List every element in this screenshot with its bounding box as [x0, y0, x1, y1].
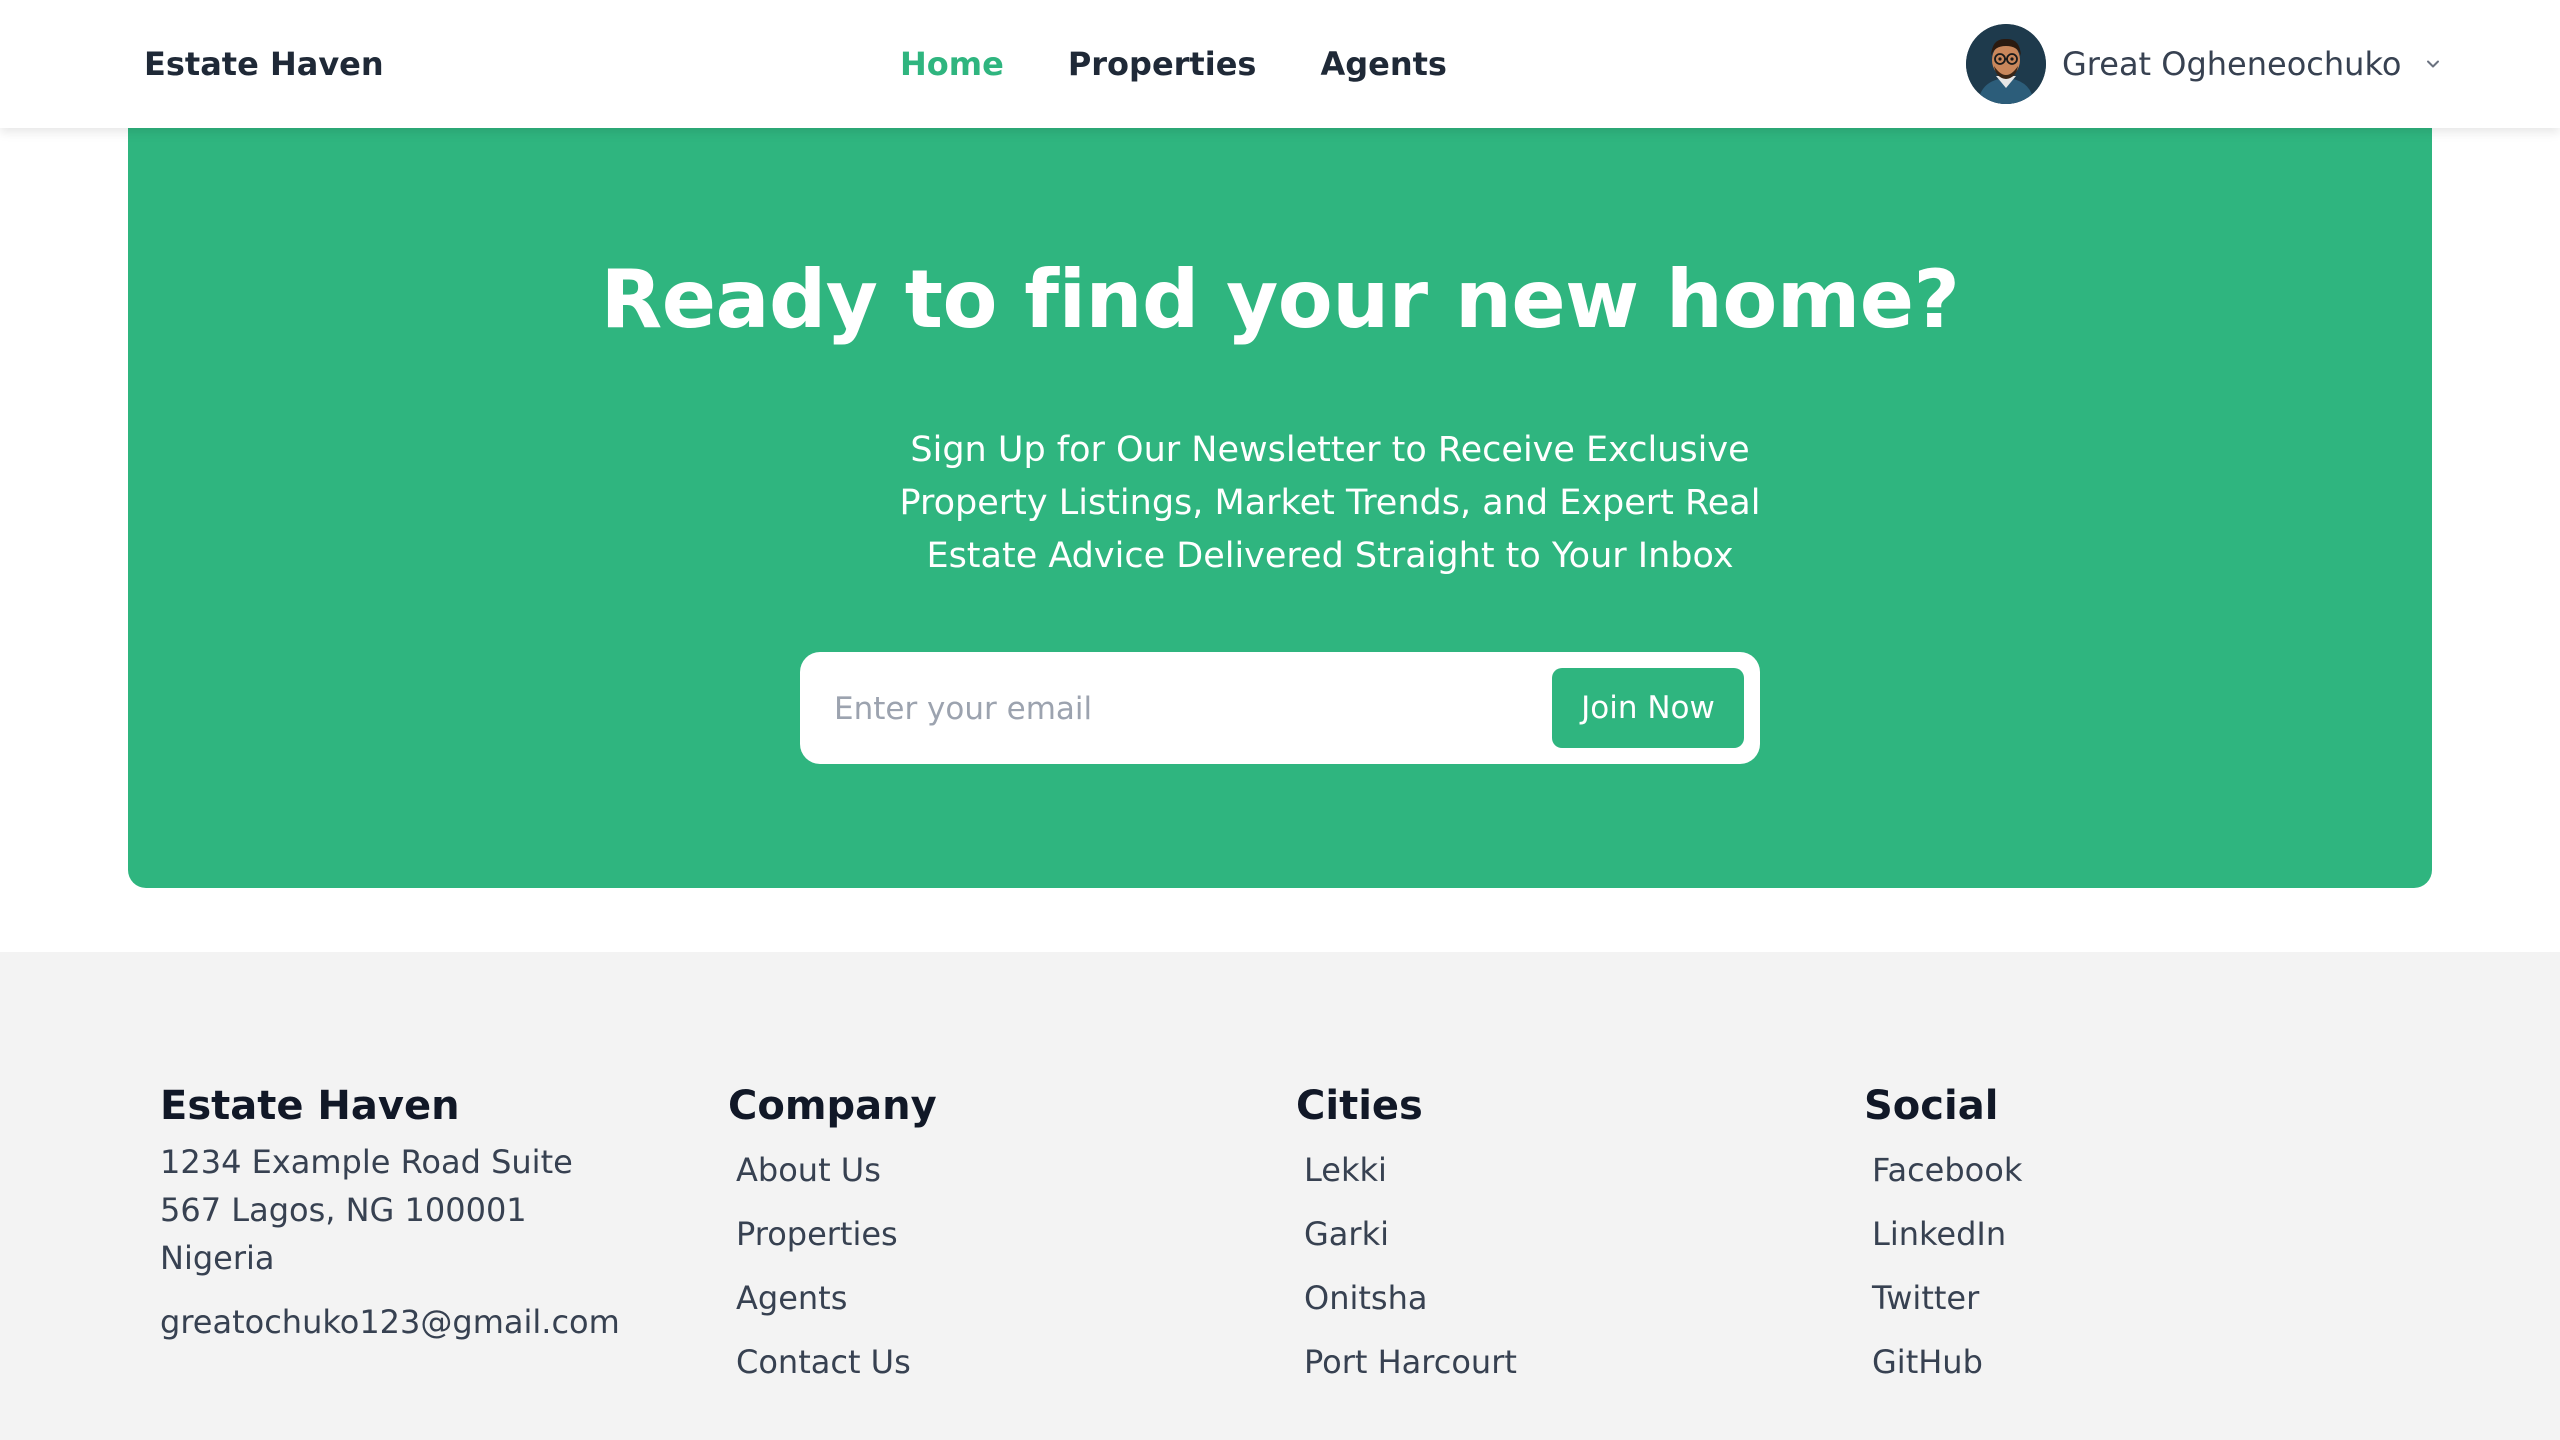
email-input[interactable]: [832, 680, 1496, 738]
footer-social-links: Facebook LinkedIn Twitter GitHub: [1864, 1146, 2384, 1402]
nav-properties[interactable]: Properties: [1068, 40, 1257, 88]
footer-brand-column: Estate Haven 1234 Example Road Suite 567…: [160, 1078, 680, 1346]
footer-link-onitsha[interactable]: Onitsha: [1304, 1279, 1427, 1317]
footer-link-lekki[interactable]: Lekki: [1304, 1151, 1387, 1189]
footer-cities-column: Cities Lekki Garki Onitsha Port Harcourt: [1296, 1078, 1816, 1402]
nav-agents[interactable]: Agents: [1320, 40, 1447, 88]
chevron-down-icon[interactable]: [2423, 54, 2443, 74]
site-footer: Estate Haven 1234 Example Road Suite 567…: [0, 952, 2560, 1440]
footer-cities-links: Lekki Garki Onitsha Port Harcourt: [1296, 1146, 1816, 1402]
newsletter-banner: Ready to find your new home? Sign Up for…: [128, 128, 2432, 888]
brand-logo[interactable]: Estate Haven: [144, 40, 384, 88]
footer-link-facebook[interactable]: Facebook: [1872, 1151, 2022, 1189]
nav-home[interactable]: Home: [900, 40, 1004, 88]
footer-cities-title: Cities: [1296, 1083, 1423, 1129]
newsletter-form: Join Now: [800, 652, 1760, 764]
footer-social-column: Social Facebook LinkedIn Twitter GitHub: [1864, 1078, 2384, 1402]
join-now-button[interactable]: Join Now: [1552, 668, 1744, 748]
hero-subtitle: Sign Up for Our Newsletter to Receive Ex…: [899, 430, 1761, 576]
footer-link-about-us[interactable]: About Us: [736, 1151, 881, 1189]
footer-link-linkedin[interactable]: LinkedIn: [1872, 1215, 2006, 1253]
footer-link-agents[interactable]: Agents: [736, 1279, 847, 1317]
footer-link-properties[interactable]: Properties: [736, 1215, 898, 1253]
footer-link-github[interactable]: GitHub: [1872, 1343, 1983, 1381]
footer-company-links: About Us Properties Agents Contact Us: [728, 1146, 1248, 1402]
footer-email[interactable]: greatochuko123@gmail.com: [160, 1298, 680, 1346]
footer-link-garki[interactable]: Garki: [1304, 1215, 1389, 1253]
footer-link-port-harcourt[interactable]: Port Harcourt: [1304, 1343, 1517, 1381]
user-avatar[interactable]: [1966, 24, 2046, 104]
footer-company-title: Company: [728, 1083, 937, 1129]
footer-social-title: Social: [1864, 1083, 1999, 1129]
user-name[interactable]: Great Ogheneochuko: [2062, 40, 2401, 88]
hero-title: Ready to find your new home?: [600, 253, 1960, 346]
footer-link-twitter[interactable]: Twitter: [1872, 1279, 1979, 1317]
main-nav: Home Properties Agents: [900, 40, 1447, 88]
footer-link-contact-us[interactable]: Contact Us: [736, 1343, 911, 1381]
footer-address: 1234 Example Road Suite 567 Lagos, NG 10…: [160, 1143, 573, 1277]
footer-brand-title: Estate Haven: [160, 1083, 460, 1129]
user-menu[interactable]: Great Ogheneochuko: [1966, 24, 2443, 104]
footer-company-column: Company About Us Properties Agents Conta…: [728, 1078, 1248, 1402]
top-navbar: Estate Haven Home Properties Agents Grea…: [0, 0, 2560, 128]
